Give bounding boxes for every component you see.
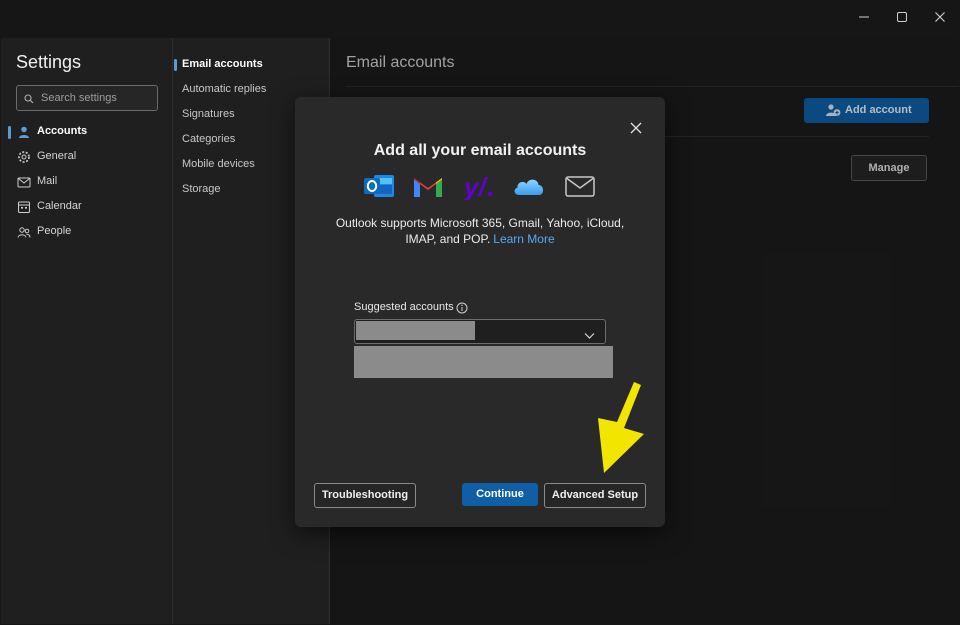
learn-more-link[interactable]: Learn More [493,232,554,246]
subnav-automatic-replies[interactable]: Automatic replies [182,83,266,95]
close-icon [935,12,945,22]
nav-item-people[interactable]: People [0,221,170,243]
advanced-setup-button[interactable]: Advanced Setup [544,483,646,508]
maximize-button[interactable] [891,8,913,30]
chevron-down-icon [584,327,595,345]
subnav-signatures[interactable]: Signatures [182,108,235,120]
mail-icon [17,175,31,189]
subnav-categories[interactable]: Categories [182,133,235,145]
calendar-icon [17,200,31,214]
title-bar [0,0,960,38]
person-icon [17,125,31,139]
nav-label-calendar: Calendar [37,200,82,212]
nav-item-general[interactable]: General [0,146,170,168]
nav-item-accounts[interactable]: Accounts [0,121,170,143]
icloud-icon [511,172,545,200]
active-indicator [8,126,11,139]
search-settings-input[interactable] [39,89,153,107]
continue-button[interactable]: Continue [462,483,538,506]
info-icon[interactable] [456,301,468,314]
annotation-arrow [594,380,654,475]
generic-mail-icon [563,172,597,200]
gmail-icon [411,172,445,200]
outlook-icon [362,172,396,200]
subnav-email-accounts[interactable]: Email accounts [182,58,263,70]
search-icon [24,91,34,109]
dialog-title: Add all your email accounts [373,142,587,159]
support-text-block: Outlook supports Microsoft 365, Gmail, Y… [335,215,625,247]
nav-item-mail[interactable]: Mail [0,171,170,193]
suggested-accounts-dropdown[interactable] [354,319,606,344]
gear-icon [17,150,31,164]
search-settings-box[interactable] [16,85,158,111]
nav-label-mail: Mail [37,175,58,187]
close-window-button[interactable] [929,8,951,30]
nav-label-general: General [37,150,77,162]
people-icon [17,225,31,239]
dialog-close-button[interactable] [629,121,643,135]
nav-label-people: People [37,225,72,237]
maximize-icon [897,12,907,22]
svg-text:y/: y/ [462,172,488,200]
troubleshooting-button[interactable]: Troubleshooting [314,483,416,508]
settings-title: Settings [16,52,82,72]
yahoo-icon: y/ [462,172,496,202]
support-text: Outlook supports Microsoft 365, Gmail, Y… [335,216,625,246]
minimize-icon [859,16,869,18]
subnav-active-indicator [174,59,177,71]
nav-item-calendar[interactable]: Calendar [0,196,170,218]
subnav-mobile-devices[interactable]: Mobile devices [182,158,255,170]
minimize-button[interactable] [853,8,875,30]
close-icon [630,122,642,134]
suggested-accounts-label: Suggested accounts [354,301,454,313]
subnav-storage[interactable]: Storage [182,183,221,195]
redacted-account [356,321,475,340]
nav-label-accounts: Accounts [37,125,88,137]
redacted-block [354,346,613,378]
